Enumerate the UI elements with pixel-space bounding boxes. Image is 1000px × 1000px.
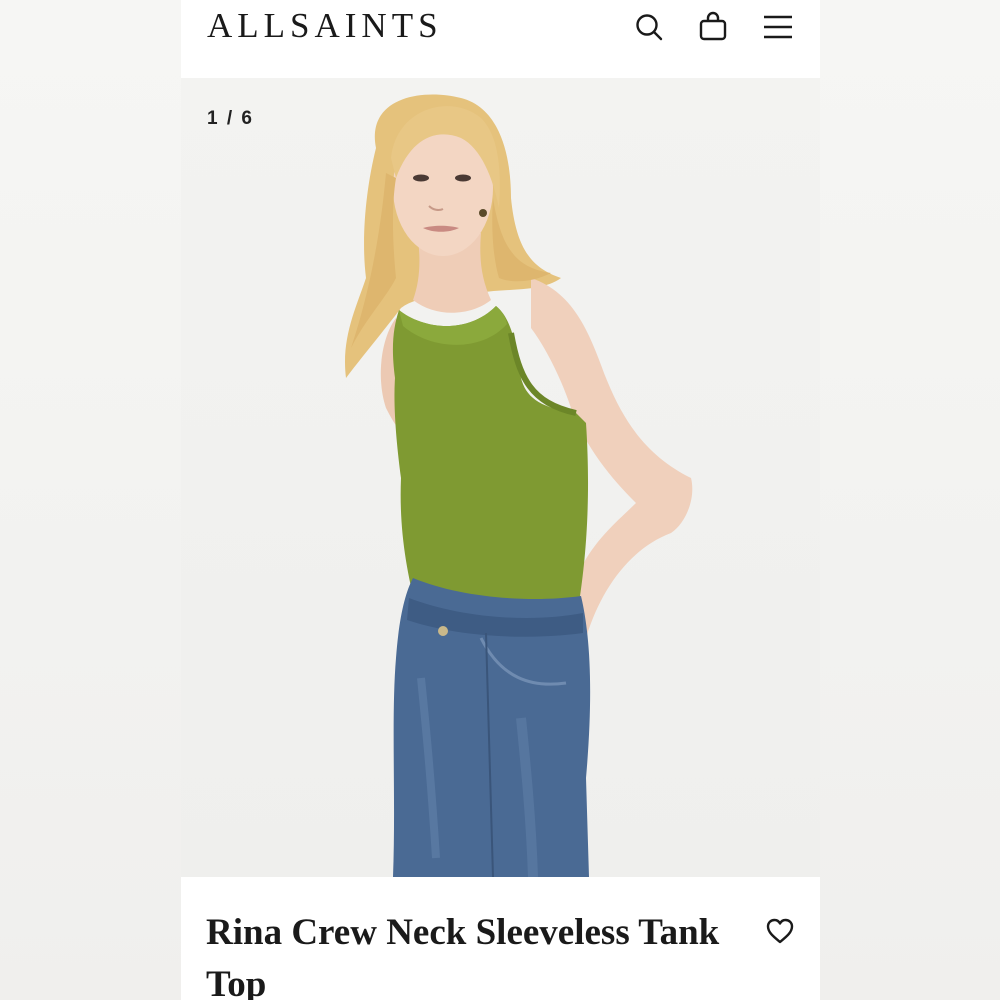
product-image: [345, 94, 693, 877]
product-page: ALLSAINTS 1 / 6 Rina Crew Neck Sleeveles…: [181, 0, 820, 1000]
menu-icon[interactable]: [761, 10, 795, 44]
brand-logo[interactable]: ALLSAINTS: [207, 6, 443, 46]
product-image-gallery[interactable]: 1 / 6: [181, 78, 820, 877]
right-background: [820, 0, 1000, 1000]
bag-icon[interactable]: [696, 10, 730, 44]
search-icon[interactable]: [632, 10, 666, 44]
product-title: Rina Crew Neck Sleeveless Tank Top: [206, 912, 720, 1000]
site-header: ALLSAINTS: [181, 0, 820, 78]
heart-icon[interactable]: [764, 915, 796, 947]
image-counter: 1 / 6: [207, 108, 254, 129]
left-background: [0, 0, 181, 1000]
product-info: Rina Crew Neck Sleeveless Tank Top: [181, 877, 820, 1000]
